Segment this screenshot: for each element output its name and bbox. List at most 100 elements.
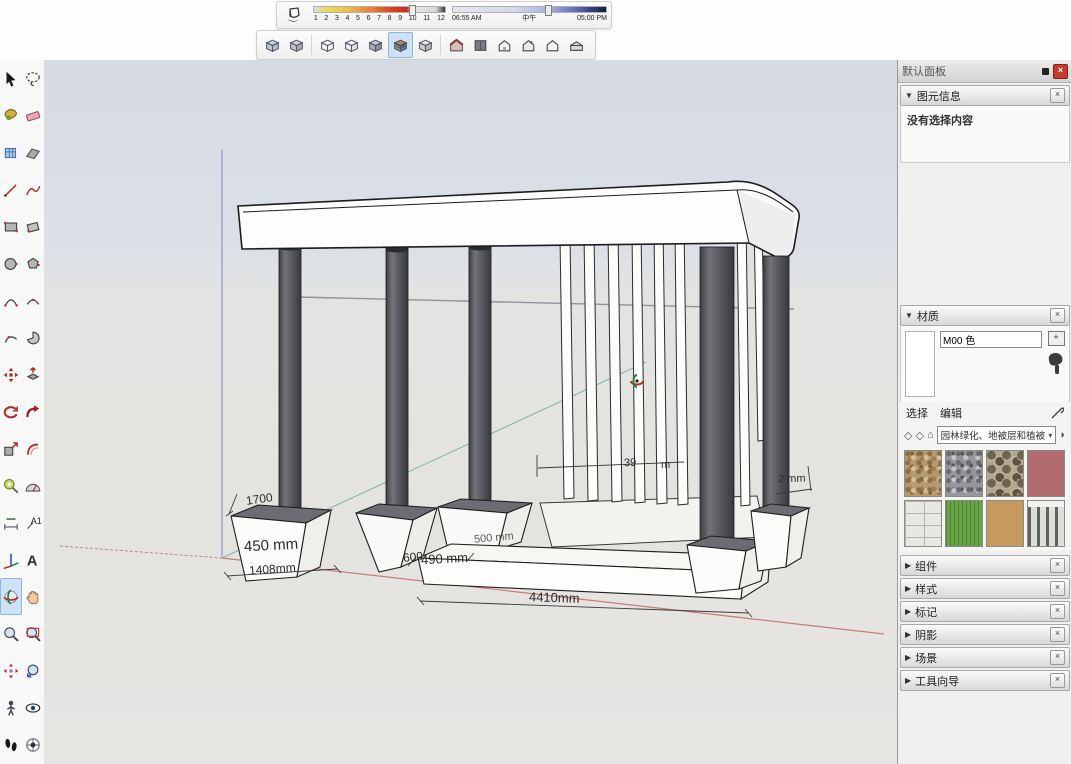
panel-close-button[interactable]: × [1053,64,1068,79]
section-label: 阴影 [915,627,1046,643]
tool-rotate[interactable] [0,393,22,430]
tool-rotated-rectangle[interactable] [22,208,44,245]
time-noon-label: 中午 [522,15,536,23]
viewport-3d[interactable]: 1700450 mm1408mm600490 mm500 mm39m2 mm44… [44,60,897,764]
tool-zoom-extents[interactable] [0,652,22,689]
tool-lasso[interactable] [22,60,44,97]
tool-eraser[interactable] [22,97,44,134]
tool-move[interactable] [0,356,22,393]
time-slider-track[interactable] [452,6,607,13]
section-close-button[interactable]: × [1050,673,1065,688]
date-slider-handle[interactable] [409,5,416,16]
tool-3d-text[interactable]: A [22,541,44,578]
section-header-collapsed[interactable]: ▶场景× [900,647,1070,668]
material-preview[interactable] [905,331,935,397]
tool-position-camera[interactable] [0,689,22,726]
tool-follow-me[interactable] [22,393,44,430]
tool-text[interactable]: A1 [22,504,44,541]
section-close-button[interactable]: × [1050,604,1065,619]
forward-arrow-icon[interactable]: ◇ [915,429,923,442]
monochrome-button[interactable] [414,33,437,57]
section-close-button[interactable]: × [1050,581,1065,596]
shaded-button[interactable] [364,33,387,57]
tool-orbit[interactable] [0,578,22,615]
section-close-button[interactable]: × [1050,558,1065,573]
material-swatch-metal-fence[interactable] [1027,500,1065,547]
shadow-date-slider[interactable]: 123456789101112 [313,3,446,27]
view-left-button[interactable] [541,33,564,57]
sample-paint-eyedropper-icon[interactable] [1050,406,1064,420]
tool-freehand[interactable] [22,171,44,208]
entity-info-header[interactable]: ▼ 图元信息 × [900,85,1070,106]
material-swatch-gravel-gray[interactable] [945,450,983,497]
tool-protractor[interactable] [22,467,44,504]
view-front-button[interactable] [493,33,516,57]
tool-zoom-window[interactable] [22,615,44,652]
material-swatch-gravel-tan[interactable] [904,450,942,497]
tool-scale[interactable] [0,430,22,467]
material-swatch-grass-green[interactable] [945,500,983,547]
tool-tape-measure[interactable] [0,467,22,504]
tool-zoom[interactable] [0,615,22,652]
tool-two-point-arc[interactable] [22,282,44,319]
tool-paint-bucket[interactable] [0,97,22,134]
back-edges-button[interactable] [285,33,308,57]
wireframe-button[interactable] [316,33,339,57]
tab-edit[interactable]: 编辑 [940,405,962,421]
material-swatch-clay-tan[interactable] [986,500,1024,547]
tool-polygon[interactable] [22,245,44,282]
material-swatch-pavers-white[interactable] [904,500,942,547]
section-header-collapsed[interactable]: ▶组件× [900,555,1070,576]
material-swatch-rose-tile[interactable] [1027,450,1065,497]
date-tick: 3 [335,15,339,23]
tool-offset[interactable] [22,430,44,467]
tool-push-pull[interactable] [22,356,44,393]
shadow-time-slider[interactable]: 06:55 AM 中午 05:00 PM [452,3,607,27]
details-icon[interactable]: ◗ [1059,429,1066,441]
tool-circle[interactable] [0,245,22,282]
x-ray-button[interactable] [261,33,284,57]
section-header-collapsed[interactable]: ▶样式× [900,578,1070,599]
tool-dimension[interactable] [0,504,22,541]
tool-make-component[interactable] [0,134,22,171]
section-close-button[interactable]: × [1050,627,1065,642]
tool-three-point-arc[interactable] [0,319,22,356]
default-material-icon[interactable] [1047,350,1065,376]
date-slider-track[interactable] [313,6,446,13]
tool-pan[interactable] [22,578,44,615]
tool-pie[interactable] [22,319,44,356]
section-header-collapsed[interactable]: ▶阴影× [900,624,1070,645]
shadow-toggle-icon[interactable] [281,4,307,26]
pin-icon[interactable] [1042,68,1049,75]
view-iso-button[interactable] [445,33,468,57]
shaded-with-textures-button[interactable] [388,32,413,58]
time-slider-handle[interactable] [545,5,552,16]
tool-flip[interactable] [22,134,44,171]
home-icon[interactable]: ⌂ [927,429,934,441]
create-material-button[interactable]: + [1048,331,1065,346]
section-header-collapsed[interactable]: ▶工具向导× [900,670,1070,691]
view-right-button[interactable] [517,33,540,57]
view-top-button[interactable] [469,33,492,57]
tool-look-around[interactable] [22,689,44,726]
view-back-button[interactable] [565,33,588,57]
section-close-button[interactable]: × [1050,650,1065,665]
entity-info-close-button[interactable]: × [1050,88,1065,103]
tab-select[interactable]: 选择 [906,405,928,421]
materials-close-button[interactable]: × [1050,308,1065,323]
material-category-dropdown[interactable]: 园林绿化、地被层和植被 ▾ [937,426,1057,444]
tool-rectangle[interactable] [0,208,22,245]
tool-walk[interactable] [0,726,22,763]
materials-header[interactable]: ▼ 材质 × [900,305,1070,326]
tool-select[interactable] [0,60,22,97]
hidden-line-button[interactable] [340,33,363,57]
tool-line[interactable] [0,171,22,208]
section-header-collapsed[interactable]: ▶标记× [900,601,1070,622]
tool-zoom-previous[interactable] [22,652,44,689]
tool-section-plane[interactable] [22,726,44,763]
tool-axes[interactable] [0,541,22,578]
material-name-input[interactable] [940,331,1042,348]
back-arrow-icon[interactable]: ◇ [904,429,912,442]
tool-arc[interactable] [0,282,22,319]
material-swatch-river-rock[interactable] [986,450,1024,497]
